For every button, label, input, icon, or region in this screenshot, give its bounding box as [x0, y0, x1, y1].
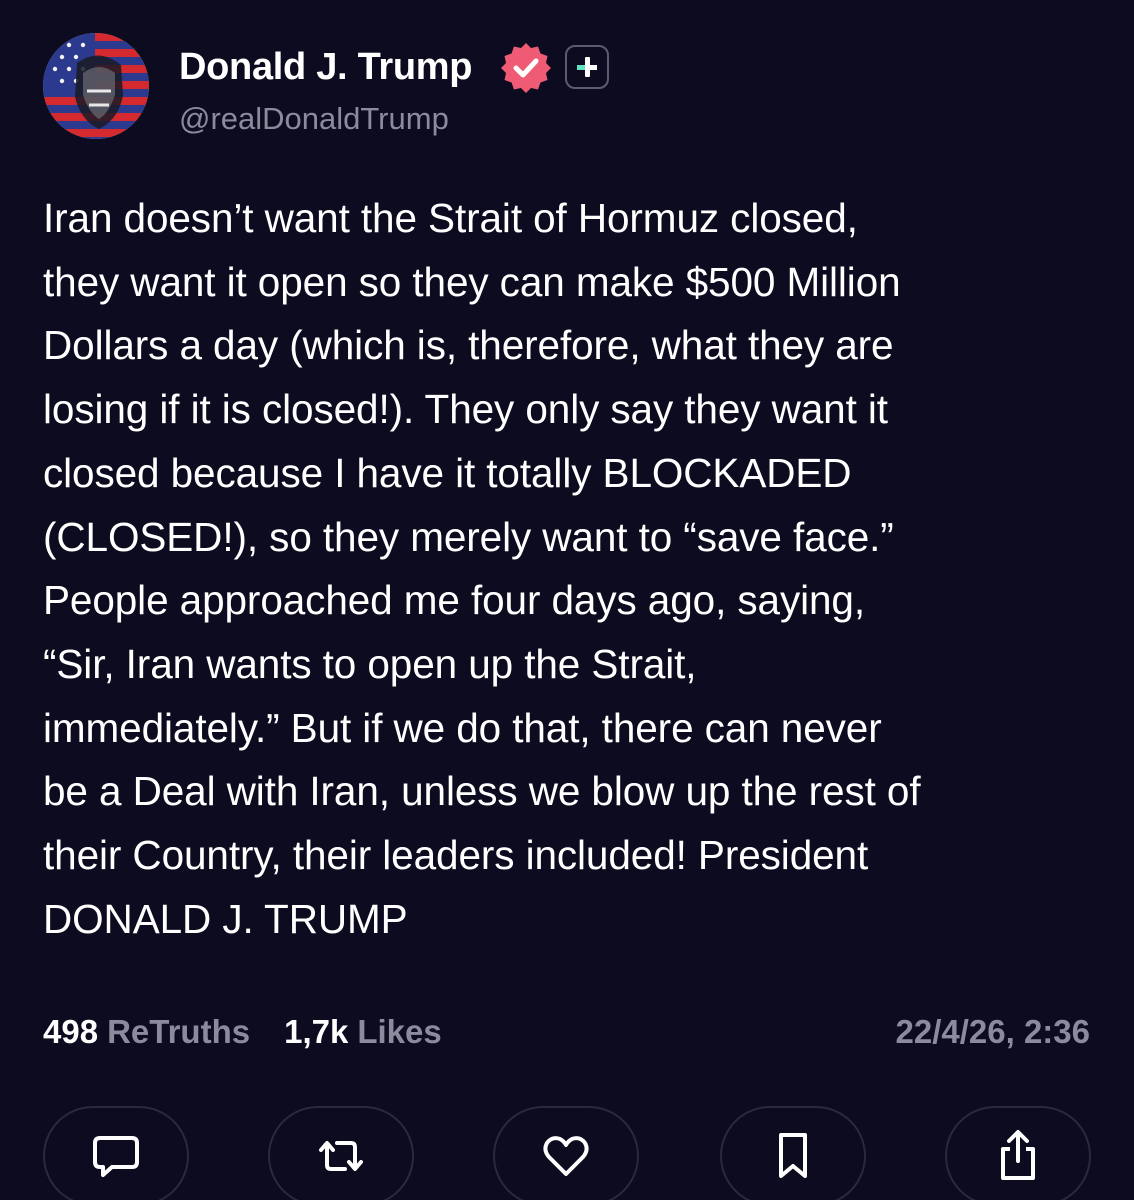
like-icon	[543, 1136, 589, 1176]
bookmark-icon	[779, 1133, 807, 1178]
verified-badge-icon	[500, 42, 552, 94]
reply-icon	[93, 1136, 139, 1177]
share-button[interactable]	[945, 1106, 1091, 1200]
display-name[interactable]: Donald J. Trump	[179, 44, 473, 90]
likes-stat[interactable]: 1,7k Likes	[284, 1013, 442, 1051]
reply-button[interactable]	[43, 1106, 189, 1200]
retruth-button[interactable]	[268, 1106, 414, 1200]
retruths-stat[interactable]: 498 ReTruths	[43, 1013, 250, 1051]
likes-label: Likes	[357, 1013, 442, 1050]
avatar[interactable]	[43, 33, 149, 139]
handle[interactable]: @realDonaldTrump	[179, 100, 449, 138]
action-bar	[43, 1106, 1091, 1200]
like-button[interactable]	[493, 1106, 639, 1200]
share-icon	[1001, 1130, 1035, 1180]
post-stats: 498 ReTruths 1,7k Likes	[43, 1010, 476, 1054]
retruths-label: ReTruths	[107, 1013, 251, 1050]
timestamp: 22/4/26, 2:36	[895, 1013, 1091, 1050]
avatar-flag-portrait-icon	[43, 33, 149, 139]
likes-count: 1,7k	[284, 1013, 349, 1050]
post-text: Iran doesn’t want the Strait of Hormuz c…	[43, 195, 921, 942]
retruths-count: 498	[43, 1013, 99, 1050]
retruth-icon	[319, 1141, 363, 1171]
bookmark-button[interactable]	[720, 1106, 866, 1200]
plus-icon	[577, 57, 597, 77]
follow-button[interactable]	[565, 45, 609, 89]
